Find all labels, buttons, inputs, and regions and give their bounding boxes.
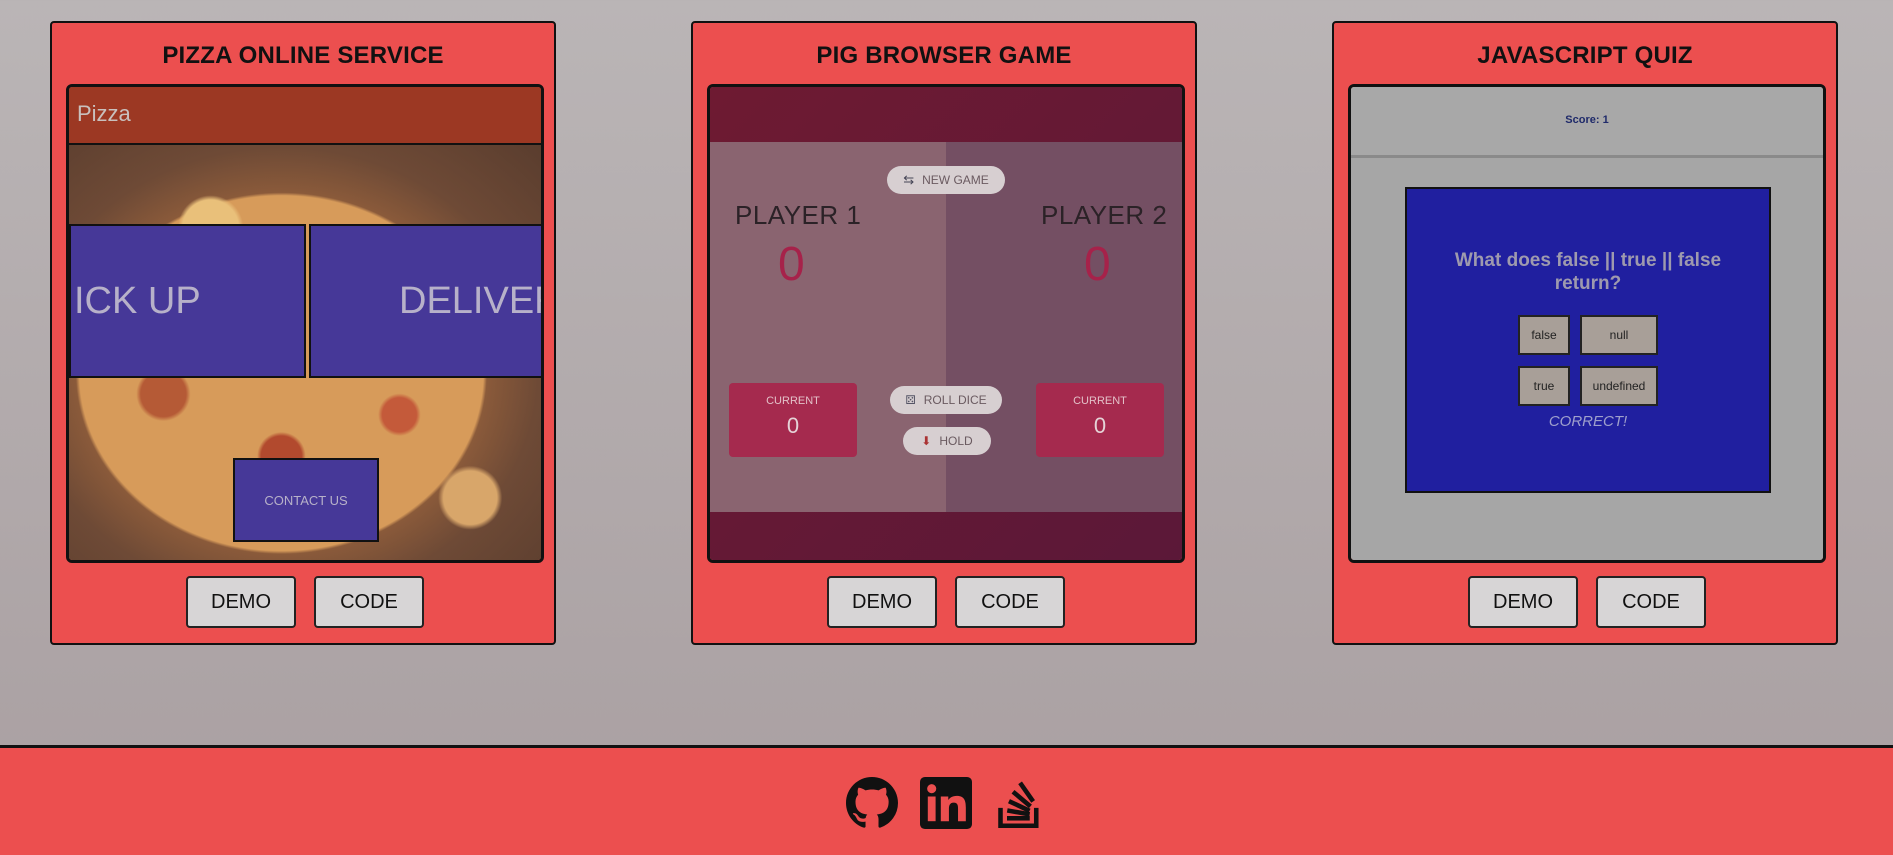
project-card-pizza: PIZZA ONLINE SERVICE Pizza ICK UP DELIVE… (50, 21, 556, 645)
hold-button: ⬇ HOLD (903, 427, 991, 455)
new-game-icon: ⇆ (903, 172, 915, 187)
pizza-brand: Pizza (77, 101, 131, 126)
footer (0, 745, 1893, 855)
quiz-option: null (1580, 315, 1658, 355)
code-button[interactable]: CODE (955, 576, 1065, 628)
demo-button[interactable]: DEMO (186, 576, 296, 628)
project-title: PIZZA ONLINE SERVICE (162, 42, 444, 69)
demo-button[interactable]: DEMO (827, 576, 937, 628)
project-card-quiz: JAVASCRIPT QUIZ Score: 1 What does false… (1332, 21, 1838, 645)
quiz-question-box: What does false || true || false return?… (1405, 187, 1771, 493)
hold-icon: ⬇ (921, 434, 932, 448)
quiz-result: CORRECT! (1548, 413, 1628, 430)
quiz-header: Score: 1 (1351, 87, 1823, 158)
code-button[interactable]: CODE (1596, 576, 1706, 628)
pick-up-option: ICK UP (69, 224, 306, 378)
project-card-pig: PIG BROWSER GAME ⇆ NEW GAME PLAYER 1 PLA… (691, 21, 1197, 645)
github-icon[interactable] (846, 777, 898, 829)
project-title: JAVASCRIPT QUIZ (1477, 42, 1693, 69)
project-preview-pig: ⇆ NEW GAME PLAYER 1 PLAYER 2 0 0 CURRENT… (707, 84, 1185, 563)
quiz-score: Score: 1 (1565, 114, 1609, 126)
project-title: PIG BROWSER GAME (816, 42, 1072, 69)
player1-score: 0 (778, 238, 805, 291)
pizza-header: Pizza (69, 87, 541, 145)
quiz-question: What does false || true || false return? (1454, 250, 1722, 294)
player2-current: CURRENT 0 (1036, 383, 1164, 457)
project-preview-quiz: Score: 1 What does false || true || fals… (1348, 84, 1826, 563)
dice-icon: ⚄ (905, 393, 916, 407)
player1-current: CURRENT 0 (729, 383, 857, 457)
player2-name: PLAYER 2 (1041, 200, 1168, 230)
delivery-option: DELIVER (309, 224, 541, 378)
stackoverflow-icon[interactable] (994, 777, 1046, 829)
demo-button[interactable]: DEMO (1468, 576, 1578, 628)
project-preview-pizza: Pizza ICK UP DELIVER CONTACT US (66, 84, 544, 563)
linkedin-icon[interactable] (920, 777, 972, 829)
quiz-option: undefined (1580, 366, 1658, 406)
new-game-button: ⇆ NEW GAME (887, 166, 1005, 194)
player1-name: PLAYER 1 (735, 200, 862, 230)
roll-dice-button: ⚄ ROLL DICE (890, 386, 1002, 414)
code-button[interactable]: CODE (314, 576, 424, 628)
contact-us-button: CONTACT US (233, 458, 379, 542)
player2-score: 0 (1084, 238, 1111, 291)
quiz-option: true (1518, 366, 1570, 406)
quiz-option: false (1518, 315, 1570, 355)
